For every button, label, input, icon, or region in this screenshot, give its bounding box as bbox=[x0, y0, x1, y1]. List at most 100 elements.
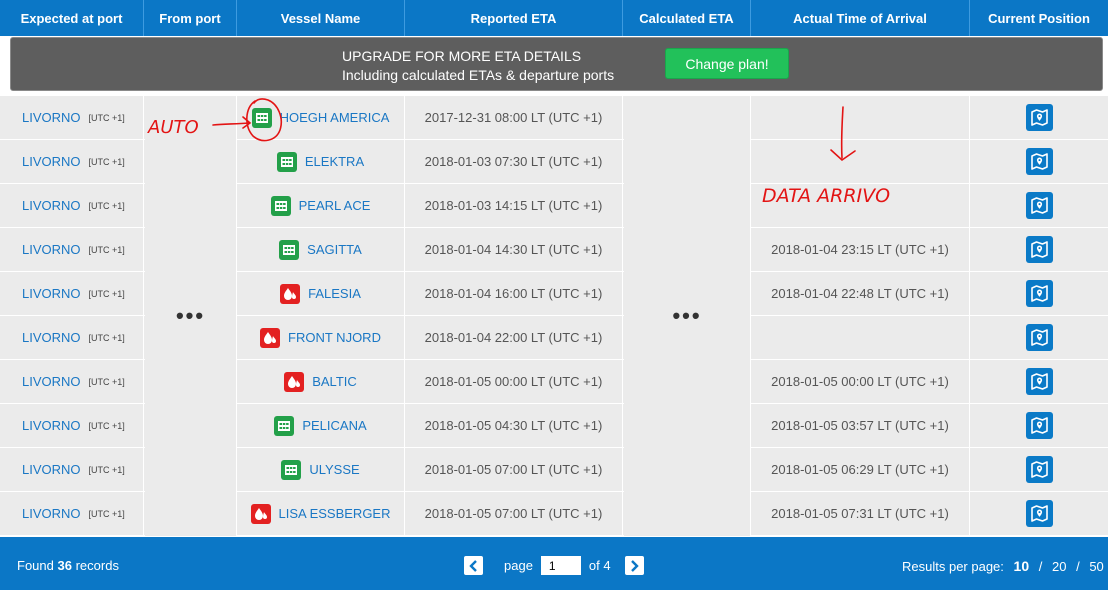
page-number-input[interactable] bbox=[540, 556, 581, 575]
actual-arrival-cell: 2018-01-05 03:57 LT (UTC +1) bbox=[751, 404, 970, 447]
expected-port-cell: LIVORNO [UTC +1] bbox=[0, 316, 144, 359]
from-port-locked-cell: ••• bbox=[145, 96, 236, 536]
port-timezone: [UTC +1] bbox=[88, 244, 125, 255]
port-link[interactable]: LIVORNO bbox=[22, 506, 81, 521]
position-cell bbox=[970, 492, 1108, 535]
map-pin-icon bbox=[1030, 241, 1048, 258]
vessel-cell: BALTIC bbox=[237, 360, 405, 403]
grid-cargo-icon bbox=[270, 195, 291, 216]
next-page-button[interactable] bbox=[624, 556, 644, 575]
show-on-map-button[interactable] bbox=[1025, 500, 1053, 527]
rpp-option-20[interactable]: 20 bbox=[1052, 559, 1066, 574]
reported-eta-cell: 2017-12-31 08:00 LT (UTC +1) bbox=[405, 96, 623, 139]
rpp-option-50[interactable]: 50 bbox=[1089, 559, 1103, 574]
map-pin-icon bbox=[1030, 329, 1048, 346]
show-on-map-button[interactable] bbox=[1025, 368, 1053, 395]
actual-arrival: 2018-01-05 00:00 LT (UTC +1) bbox=[771, 374, 949, 389]
vessel-link[interactable]: FRONT NJORD bbox=[288, 330, 381, 345]
port-link[interactable]: LIVORNO bbox=[22, 110, 81, 125]
col-header-current-position[interactable]: Current Position bbox=[970, 0, 1108, 36]
reported-eta-cell: 2018-01-04 22:00 LT (UTC +1) bbox=[405, 316, 623, 359]
actual-arrival: 2018-01-05 03:57 LT (UTC +1) bbox=[771, 418, 949, 433]
change-plan-button[interactable]: Change plan! bbox=[665, 48, 789, 79]
reported-eta-cell: 2018-01-05 07:00 LT (UTC +1) bbox=[405, 448, 623, 491]
tanker-drop-icon bbox=[260, 327, 281, 348]
show-on-map-button[interactable] bbox=[1025, 236, 1053, 263]
position-cell bbox=[970, 404, 1108, 447]
chevron-left-icon bbox=[468, 559, 477, 572]
col-header-from-port[interactable]: From port bbox=[144, 0, 237, 36]
port-link[interactable]: LIVORNO bbox=[22, 242, 81, 257]
map-pin-icon bbox=[1030, 285, 1048, 302]
map-pin-icon bbox=[1030, 373, 1048, 390]
vessel-cell: FRONT NJORD bbox=[237, 316, 405, 359]
map-pin-icon bbox=[1030, 197, 1048, 214]
actual-arrival: 2018-01-04 22:48 LT (UTC +1) bbox=[771, 286, 949, 301]
vessel-link[interactable]: PEARL ACE bbox=[299, 198, 371, 213]
col-header-actual-arrival[interactable]: Actual Time of Arrival bbox=[751, 0, 970, 36]
port-link[interactable]: LIVORNO bbox=[22, 374, 81, 389]
vessel-cell: ULYSSE bbox=[237, 448, 405, 491]
port-link[interactable]: LIVORNO bbox=[22, 286, 81, 301]
reported-eta-cell: 2018-01-04 14:30 LT (UTC +1) bbox=[405, 228, 623, 271]
actual-arrival-cell: 2018-01-04 23:15 LT (UTC +1) bbox=[751, 228, 970, 271]
reported-eta: 2018-01-05 04:30 LT (UTC +1) bbox=[424, 418, 603, 433]
reported-eta: 2018-01-05 07:00 LT (UTC +1) bbox=[424, 462, 603, 477]
rpp-option-10[interactable]: 10 bbox=[1014, 558, 1030, 574]
port-timezone: [UTC +1] bbox=[88, 376, 125, 387]
col-header-reported-eta[interactable]: Reported ETA bbox=[405, 0, 623, 36]
col-header-expected-at-port[interactable]: Expected at port bbox=[0, 0, 144, 36]
map-pin-icon bbox=[1030, 461, 1048, 478]
upgrade-title: UPGRADE FOR MORE ETA DETAILS bbox=[342, 48, 582, 64]
port-link[interactable]: LIVORNO bbox=[22, 154, 81, 169]
port-link[interactable]: LIVORNO bbox=[22, 462, 81, 477]
found-prefix: Found bbox=[17, 558, 54, 573]
col-header-vessel-name[interactable]: Vessel Name bbox=[237, 0, 405, 36]
prev-page-button[interactable] bbox=[464, 556, 483, 575]
chevron-right-icon bbox=[631, 559, 639, 572]
vessel-link[interactable]: PELICANA bbox=[302, 418, 366, 433]
upgrade-banner: UPGRADE FOR MORE ETA DETAILS Including c… bbox=[10, 37, 1103, 91]
position-cell bbox=[970, 316, 1108, 359]
port-timezone: [UTC +1] bbox=[88, 112, 125, 123]
show-on-map-button[interactable] bbox=[1025, 412, 1053, 439]
actual-arrival: 2018-01-04 23:15 LT (UTC +1) bbox=[771, 242, 949, 257]
upgrade-text: UPGRADE FOR MORE ETA DETAILS Including c… bbox=[342, 47, 614, 85]
actual-arrival-cell: 2018-01-05 06:29 LT (UTC +1) bbox=[751, 448, 970, 491]
show-on-map-button[interactable] bbox=[1025, 192, 1053, 219]
vessel-link[interactable]: LISA ESSBERGER bbox=[279, 506, 391, 521]
port-timezone: [UTC +1] bbox=[88, 508, 125, 519]
actual-arrival: 2018-01-05 06:29 LT (UTC +1) bbox=[771, 462, 949, 477]
show-on-map-button[interactable] bbox=[1025, 104, 1053, 131]
port-timezone: [UTC +1] bbox=[88, 156, 125, 167]
vessel-link[interactable]: SAGITTA bbox=[307, 242, 362, 257]
table-footer: Found 36 records page of 4 Results per p… bbox=[0, 537, 1108, 590]
vessel-link[interactable]: ULYSSE bbox=[309, 462, 359, 477]
port-link[interactable]: LIVORNO bbox=[22, 198, 81, 213]
vessel-link[interactable]: HOEGH AMERICA bbox=[280, 110, 390, 125]
page-total: of 4 bbox=[588, 558, 611, 573]
expected-port-cell: LIVORNO [UTC +1] bbox=[0, 272, 144, 315]
port-link[interactable]: LIVORNO bbox=[22, 330, 81, 345]
port-link[interactable]: LIVORNO bbox=[22, 418, 81, 433]
expected-port-cell: LIVORNO [UTC +1] bbox=[0, 492, 144, 535]
reported-eta: 2018-01-04 22:00 LT (UTC +1) bbox=[424, 330, 603, 345]
show-on-map-button[interactable] bbox=[1025, 280, 1053, 307]
show-on-map-button[interactable] bbox=[1025, 148, 1053, 175]
reported-eta: 2018-01-03 07:30 LT (UTC +1) bbox=[424, 154, 603, 169]
expected-port-cell: LIVORNO [UTC +1] bbox=[0, 228, 144, 271]
grid-cargo-icon bbox=[276, 151, 297, 172]
tanker-drop-icon bbox=[280, 283, 301, 304]
show-on-map-button[interactable] bbox=[1025, 456, 1053, 483]
col-header-calculated-eta[interactable]: Calculated ETA bbox=[623, 0, 751, 36]
map-pin-icon bbox=[1030, 153, 1048, 170]
vessel-cell: PELICANA bbox=[237, 404, 405, 447]
grid-cargo-icon bbox=[251, 107, 272, 128]
results-per-page: Results per page: 10 / 20 / 50 bbox=[902, 558, 1104, 574]
vessel-link[interactable]: BALTIC bbox=[312, 374, 357, 389]
tanker-drop-icon bbox=[284, 371, 305, 392]
map-pin-icon bbox=[1030, 109, 1048, 126]
vessel-link[interactable]: ELEKTRA bbox=[305, 154, 364, 169]
vessel-link[interactable]: FALESIA bbox=[308, 286, 361, 301]
show-on-map-button[interactable] bbox=[1025, 324, 1053, 351]
